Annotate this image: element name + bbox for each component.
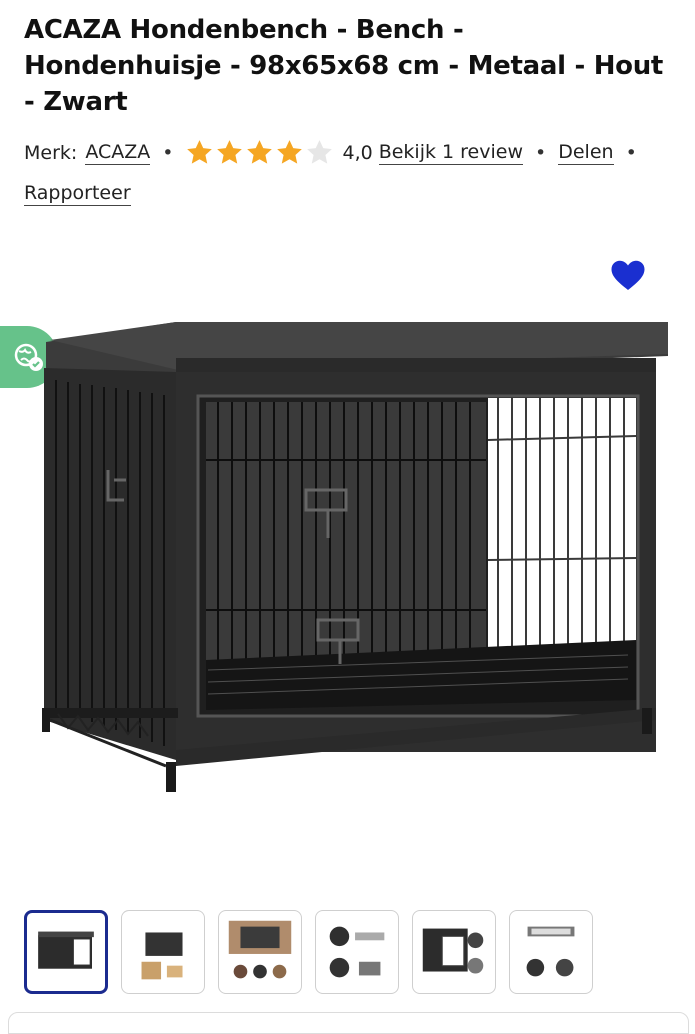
separator: •	[162, 141, 174, 164]
thumbnail-5[interactable]	[412, 910, 496, 994]
rating-value: 4,0	[342, 141, 373, 164]
product-title: ACAZA Hondenbench - Bench - Hondenhuisje…	[24, 15, 664, 117]
thumbnail-2[interactable]	[121, 910, 205, 994]
brand-link[interactable]: ACAZA	[85, 141, 151, 165]
star-icon	[187, 140, 213, 164]
rating-stars	[185, 138, 334, 167]
product-meta-row: Merk: ACAZA • 4,0 Bekijk 1 review • Dele…	[24, 138, 674, 167]
report-row: Rapporteer	[24, 182, 131, 206]
star-icon	[247, 140, 273, 164]
product-image[interactable]	[28, 310, 676, 810]
thumbnail-6[interactable]	[509, 910, 593, 994]
review-link[interactable]: Bekijk 1 review	[378, 141, 523, 165]
bottom-panel-edge	[8, 1012, 689, 1034]
star-empty-icon	[307, 140, 333, 164]
thumbnail-4[interactable]	[315, 910, 399, 994]
thumbnail-1[interactable]	[24, 910, 108, 994]
separator: •	[625, 141, 637, 164]
heart-icon[interactable]	[610, 258, 646, 292]
report-link[interactable]: Rapporteer	[24, 182, 131, 206]
thumbnail-strip	[24, 910, 593, 994]
share-link[interactable]: Delen	[558, 141, 614, 165]
star-icon	[277, 140, 303, 164]
thumbnail-3[interactable]	[218, 910, 302, 994]
star-icon	[217, 140, 243, 164]
separator: •	[535, 141, 547, 164]
brand-label: Merk:	[24, 141, 78, 164]
